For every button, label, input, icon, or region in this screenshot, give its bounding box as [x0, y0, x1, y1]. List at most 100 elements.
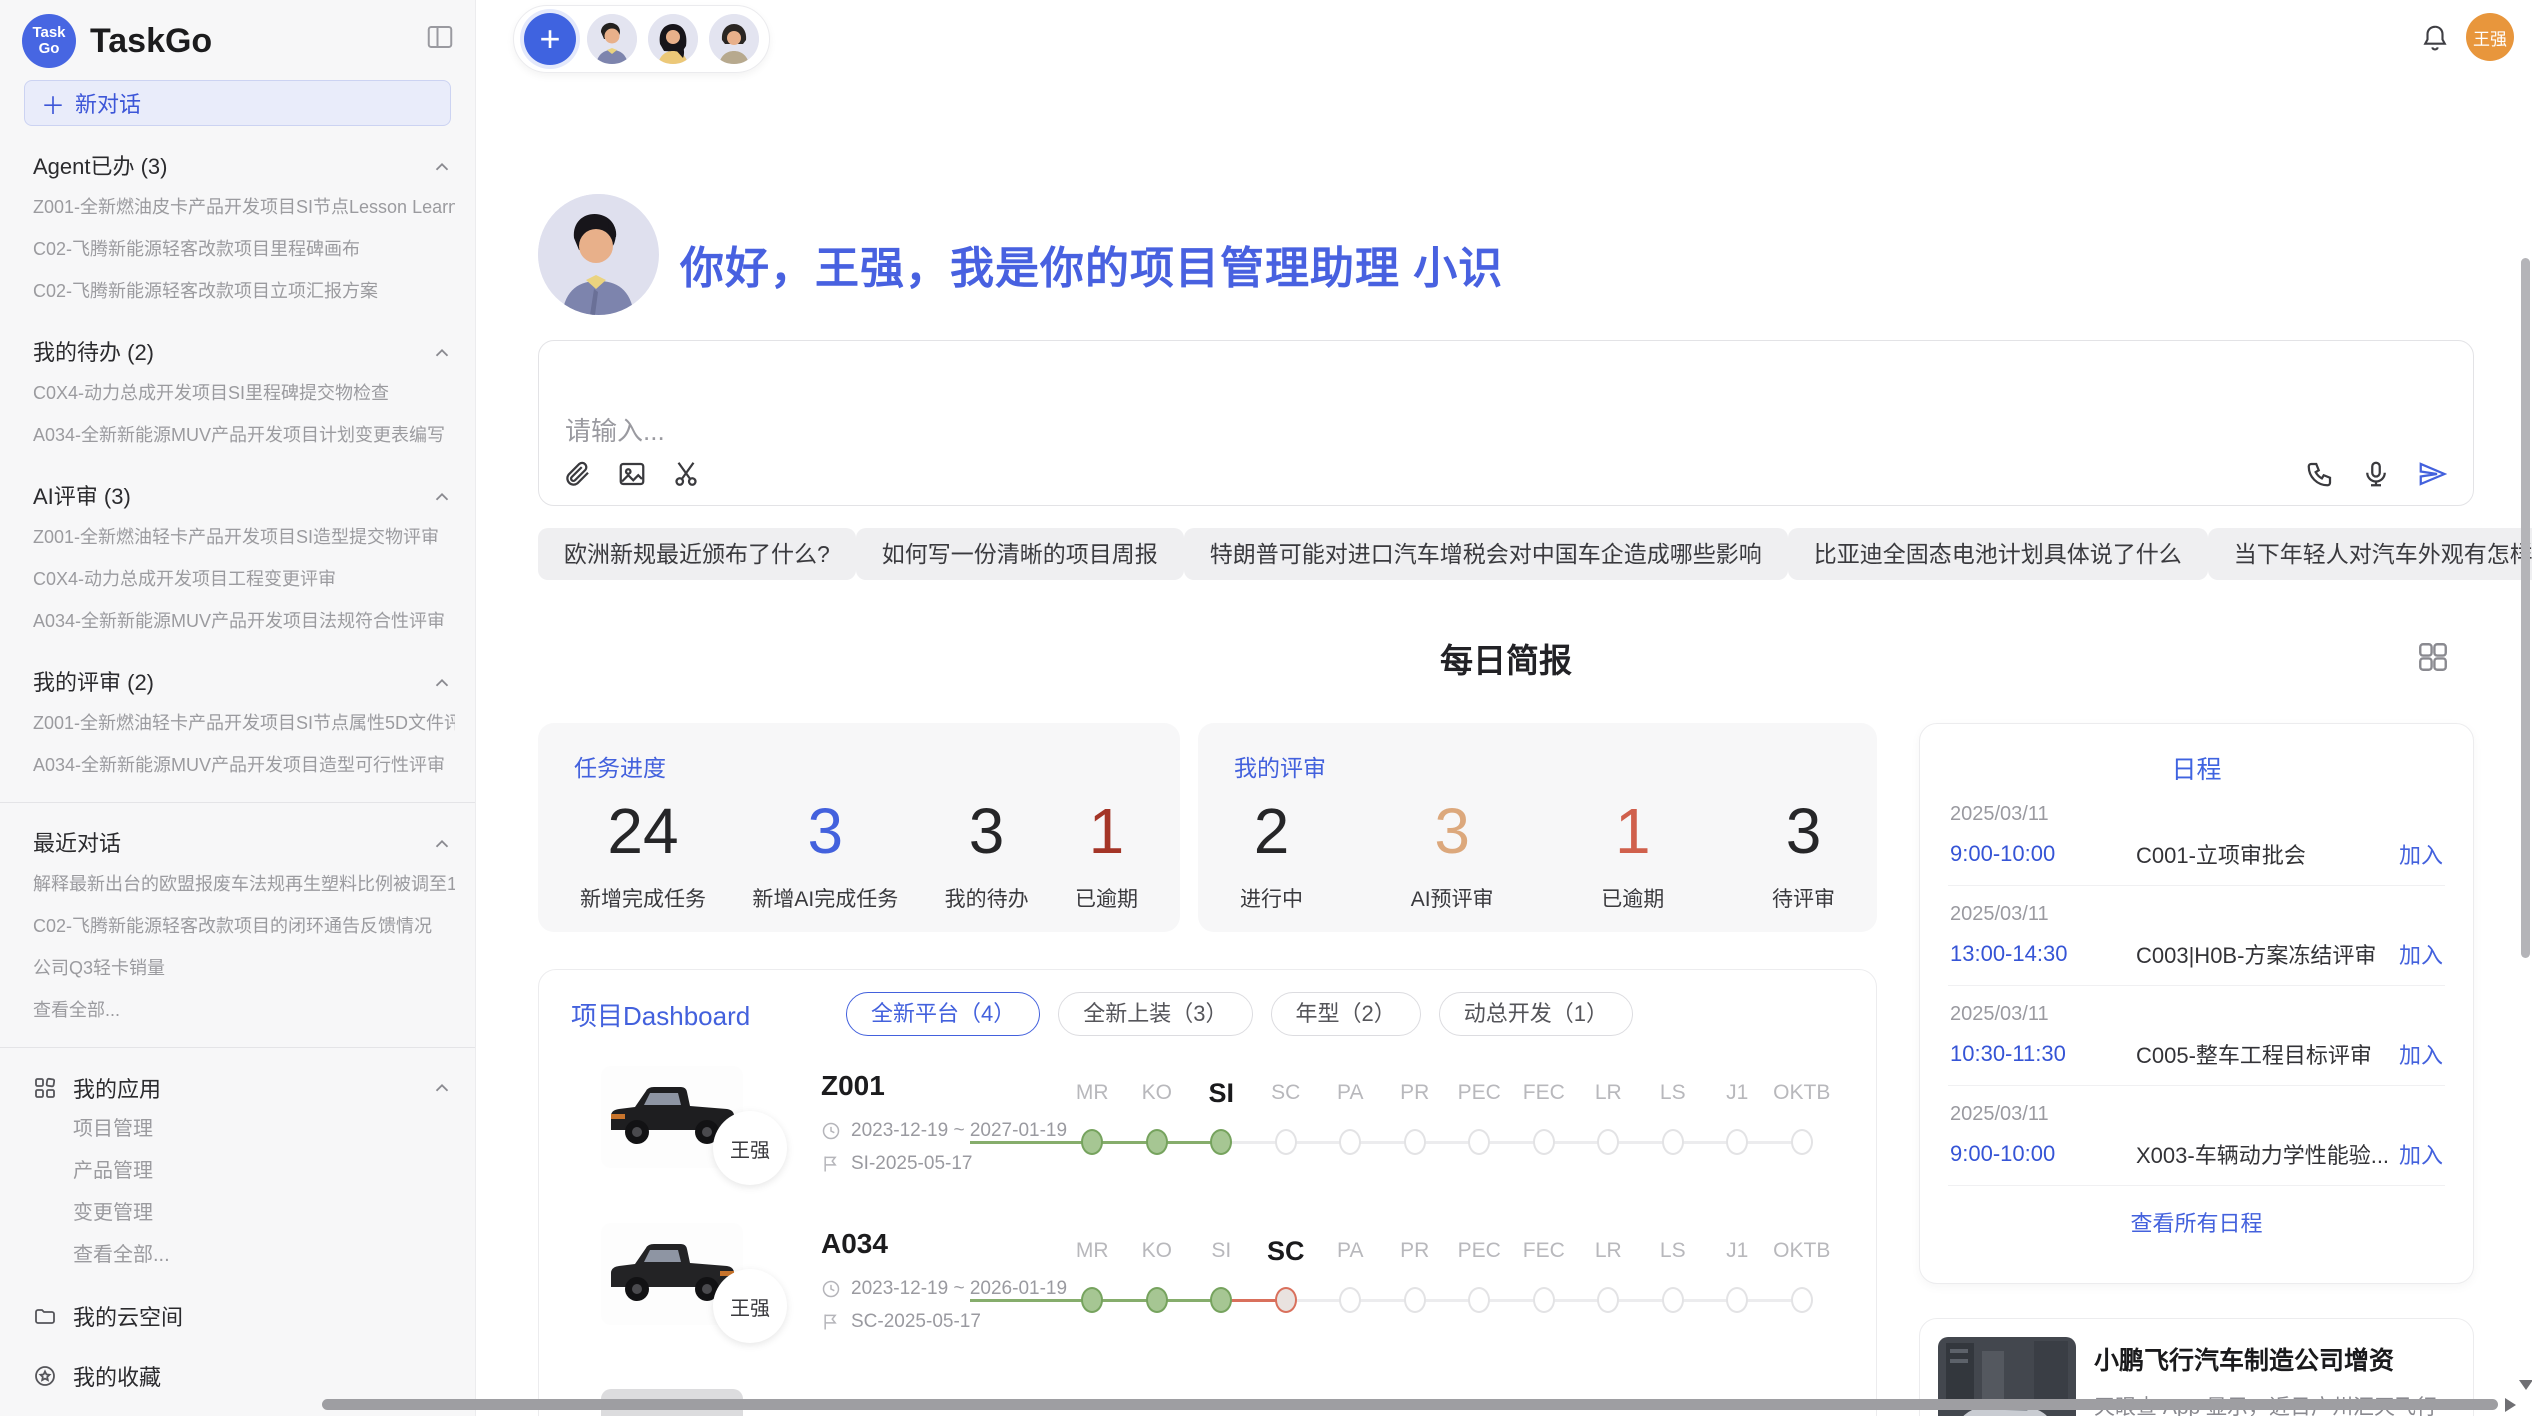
list-item[interactable]: C0X4-动力总成开发项目工程变更评审 [33, 558, 455, 600]
vertical-scrollbar[interactable] [2521, 258, 2530, 958]
clock-icon [821, 1279, 841, 1299]
scroll-down-arrow-icon[interactable] [2519, 1380, 2532, 1390]
filter-tab[interactable]: 全新上装（3） [1058, 992, 1252, 1036]
list-item[interactable]: C02-飞腾新能源轻客改款项目里程碑画布 [33, 228, 455, 270]
schedule-time: 10:30-11:30 [1950, 1041, 2136, 1067]
suggestion-chip[interactable]: 欧洲新规最近颁布了什么? [538, 528, 856, 580]
chevron-up-icon[interactable] [431, 156, 453, 178]
microphone-icon[interactable] [2361, 459, 2391, 489]
layout-grid-icon[interactable] [2416, 640, 2450, 674]
attachment-icon[interactable] [563, 459, 593, 489]
folder-icon [33, 1304, 57, 1328]
image-icon[interactable] [617, 459, 647, 489]
list-item[interactable]: 公司Q3轻卡销量 [33, 947, 455, 989]
notification-bell-icon[interactable] [2420, 22, 2450, 54]
divider [0, 802, 475, 803]
chevron-up-icon[interactable] [431, 342, 453, 364]
avatar[interactable] [709, 14, 759, 64]
dashboard-filters: 全新平台（4） 全新上装（3） 年型（2） 动总开发（1） [846, 992, 1633, 1036]
stat-in-progress: 2 进行中 [1240, 795, 1303, 913]
sidebar-nav: 我的应用 项目管理 产品管理 变更管理 查看全部... 我的云空间 [0, 1068, 475, 1416]
clock-icon [821, 1121, 841, 1141]
schedule-time: 9:00-10:00 [1950, 841, 2136, 867]
join-link[interactable]: 加入 [2399, 838, 2443, 870]
schedule-date: 2025/03/11 [1950, 803, 2443, 826]
current-milestone-label: SC [1254, 1234, 1319, 1268]
chat-input-box[interactable]: 请输入... [538, 340, 2474, 506]
sidebar-collapse-icon[interactable] [425, 22, 455, 52]
sidebar-item-cloud-space[interactable]: 我的云空间 [33, 1296, 455, 1336]
project-owner-badge: 王强 [713, 1111, 787, 1185]
horizontal-scrollbar[interactable] [322, 1399, 2498, 1410]
schedule-date: 2025/03/11 [1950, 903, 2443, 926]
new-chat-label: 新对话 [75, 87, 141, 119]
list-item[interactable]: A034-全新新能源MUV产品开发项目法规符合性评审 [33, 600, 455, 642]
view-all-chats[interactable]: 查看全部... [33, 989, 455, 1031]
section-recent-chats[interactable]: 最近对话 [33, 825, 455, 863]
section-agent-done[interactable]: Agent已办 (3) [33, 148, 455, 186]
filter-tab[interactable]: 全新平台（4） [846, 992, 1040, 1036]
chevron-up-icon[interactable] [431, 833, 453, 855]
filter-tab[interactable]: 年型（2） [1271, 992, 1421, 1036]
news-title: 小鹏飞行汽车制造公司增资 [2094, 1341, 2455, 1377]
list-item[interactable]: 解释最新出台的欧盟报废车法规再生塑料比例被调至15%... [33, 863, 455, 905]
filter-tab[interactable]: 动总开发（1） [1439, 992, 1633, 1036]
sidebar-item-favorites[interactable]: 我的收藏 [33, 1356, 455, 1396]
milestone-labels: MR KO SI SC PA PR PEC FEC LR LS J1 OKTB [1060, 1076, 1834, 1110]
list-item[interactable]: C02-飞腾新能源轻客改款项目立项汇报方案 [33, 270, 455, 312]
project-owner-badge: 王强 [713, 1269, 787, 1343]
list-item[interactable]: Z001-全新燃油轻卡产品开发项目SI造型提交物评审 [33, 516, 455, 558]
logo-line1: Task [32, 25, 65, 41]
sidebar-item-view-all-apps[interactable]: 查看全部... [33, 1234, 455, 1276]
suggestion-chip[interactable]: 当下年轻人对汽车外观有怎样的喜好趋势 [2208, 528, 2532, 580]
chevron-up-icon[interactable] [431, 672, 453, 694]
schedule-name: C005-整车工程目标评审 [2136, 1038, 2399, 1070]
stat-pending-review: 3 待评审 [1772, 795, 1835, 913]
list-item[interactable]: C0X4-动力总成开发项目SI里程碑提交物检查 [33, 372, 455, 414]
suggestion-chip[interactable]: 如何写一份清晰的项目周报 [856, 528, 1184, 580]
list-item[interactable]: A034-全新新能源MUV产品开发项目造型可行性评审 [33, 744, 455, 786]
flag-icon [821, 1154, 841, 1174]
join-link[interactable]: 加入 [2399, 1138, 2443, 1170]
scissors-icon[interactable] [671, 459, 701, 489]
project-code: A034 [821, 1228, 888, 1260]
list-item[interactable]: Z001-全新燃油轻卡产品开发项目SI节点属性5D文件评审 [33, 702, 455, 744]
join-link[interactable]: 加入 [2399, 938, 2443, 970]
suggestion-chip[interactable]: 比亚迪全固态电池计划具体说了什么 [1788, 528, 2208, 580]
input-placeholder: 请输入... [565, 411, 665, 448]
stat-new-done: 24 新增完成任务 [580, 795, 706, 913]
section-my-review[interactable]: 我的评审 (2) [33, 664, 455, 702]
sidebar-item-my-apps[interactable]: 我的应用 [33, 1068, 455, 1108]
new-chat-button[interactable]: ＋ 新对话 [24, 80, 451, 126]
new-conversation-button[interactable]: + [524, 13, 576, 65]
section-ai-review[interactable]: AI评审 (3) [33, 478, 455, 516]
schedule-title: 日程 [1948, 750, 2445, 786]
chevron-up-icon[interactable] [431, 486, 453, 508]
suggestion-chip[interactable]: 特朗普可能对进口汽车增税会对中国车企造成哪些影响 [1184, 528, 1788, 580]
schedule-item: 2025/03/11 9:00-10:00 X003-车辆动力学性能验... 加… [1948, 1086, 2445, 1186]
view-all-schedule-link[interactable]: 查看所有日程 [1948, 1206, 2445, 1238]
avatar[interactable] [648, 14, 698, 64]
milestone-labels: MR KO SI SC PA PR PEC FEC LR LS J1 OKTB [1060, 1234, 1834, 1268]
sidebar-item-product-mgmt[interactable]: 产品管理 [33, 1150, 455, 1192]
list-item[interactable]: A034-全新新能源MUV产品开发项目计划变更表编写 [33, 414, 455, 456]
list-item[interactable]: C02-飞腾新能源轻客改款项目的闭环通告反馈情况 [33, 905, 455, 947]
phone-icon[interactable] [2305, 459, 2335, 489]
conversation-switcher: + [513, 5, 770, 73]
sidebar-item-project-mgmt[interactable]: 项目管理 [33, 1108, 455, 1150]
scroll-right-arrow-icon[interactable] [2505, 1398, 2516, 1412]
project-dates: 2023-12-19 ~ 2027-01-19 [821, 1120, 1067, 1142]
join-link[interactable]: 加入 [2399, 1038, 2443, 1070]
avatar[interactable] [587, 14, 637, 64]
section-my-todo[interactable]: 我的待办 (2) [33, 334, 455, 372]
flag-icon [821, 1312, 841, 1332]
list-item[interactable]: Z001-全新燃油皮卡产品开发项目SI节点Lesson Learn报告 [33, 186, 455, 228]
schedule-time: 13:00-14:30 [1950, 941, 2136, 967]
project-flag-date: SC-2025-05-17 [821, 1311, 981, 1333]
chevron-up-icon[interactable] [431, 1077, 453, 1099]
sidebar-item-change-mgmt[interactable]: 变更管理 [33, 1192, 455, 1234]
dashboard-title: 项目Dashboard [571, 996, 750, 1033]
stat-ai-prereview: 3 AI预评审 [1411, 795, 1494, 913]
send-icon[interactable] [2417, 459, 2447, 489]
user-avatar[interactable]: 王强 [2466, 13, 2514, 61]
